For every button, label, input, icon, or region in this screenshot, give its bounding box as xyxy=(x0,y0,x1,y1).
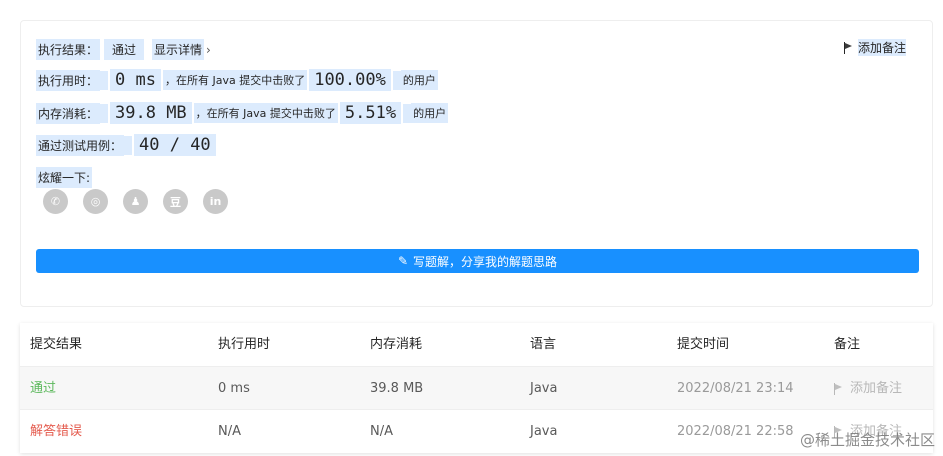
flag-icon xyxy=(843,41,854,54)
highlight-gap xyxy=(403,103,412,123)
testcases-label: 通过测试用例： xyxy=(36,134,125,156)
linkedin-icon[interactable]: in xyxy=(203,189,228,214)
table-row[interactable]: 通过 0 ms 39.8 MB Java 2022/08/21 23:14 添加… xyxy=(20,366,933,410)
highlight-gap xyxy=(100,70,109,90)
row-memory: N/A xyxy=(370,424,393,439)
write-solution-label: 写题解，分享我的解题思路 xyxy=(413,254,558,269)
runtime-value: 0 ms xyxy=(110,69,161,91)
share-row: 炫耀一下: xyxy=(36,167,93,188)
row-result-link[interactable]: 解答错误 xyxy=(30,410,82,453)
add-note-label: 添加备注 xyxy=(857,39,906,56)
add-note-button[interactable]: 添加备注 xyxy=(843,39,906,56)
flag-icon xyxy=(834,382,844,395)
testcases-value: 40 / 40 xyxy=(134,134,216,156)
qq-icon[interactable]: ♟ xyxy=(123,189,148,214)
memory-percent: 5.51% xyxy=(339,102,402,124)
runtime-percent: 100.00% xyxy=(309,69,391,91)
pencil-icon: ✎ xyxy=(397,254,409,268)
header-runtime: 执行用时 xyxy=(218,337,271,352)
table-header-row: 提交结果 执行用时 内存消耗 语言 提交时间 备注 xyxy=(20,323,933,366)
row-add-note-button[interactable]: 添加备注 xyxy=(834,367,902,410)
submissions-table: 提交结果 执行用时 内存消耗 语言 提交时间 备注 通过 0 ms 39.8 M… xyxy=(20,323,933,453)
row-language: Java xyxy=(530,424,558,439)
header-language: 语言 xyxy=(530,337,557,352)
row-submit-time: 2022/08/21 22:58 xyxy=(677,424,794,439)
header-note: 备注 xyxy=(834,337,861,352)
memory-value: 39.8 MB xyxy=(110,102,192,124)
row-add-note-label: 添加备注 xyxy=(850,381,903,396)
memory-row: 内存消耗： 39.8 MB ，在所有 Java 提交中击败了 5.51% 的用户 xyxy=(36,102,449,124)
wechat-icon[interactable]: ✆ xyxy=(43,189,68,214)
row-language: Java xyxy=(530,381,558,396)
runtime-label: 执行用时： xyxy=(36,69,101,91)
share-label: 炫耀一下: xyxy=(36,167,93,188)
row-submit-time: 2022/08/21 23:14 xyxy=(677,381,794,396)
memory-label: 内存消耗： xyxy=(36,102,101,124)
header-result: 提交结果 xyxy=(30,337,83,352)
row-runtime: N/A xyxy=(218,424,241,439)
highlight-gap xyxy=(124,135,133,155)
testcases-row: 通过测试用例： 40 / 40 xyxy=(36,134,218,156)
share-icons: ✆ ◎ ♟ 豆 in xyxy=(43,189,228,214)
runtime-row: 执行用时： 0 ms ，在所有 Java 提交中击败了 100.00% 的用户 xyxy=(36,69,438,91)
row-memory: 39.8 MB xyxy=(370,381,424,396)
header-memory: 内存消耗 xyxy=(370,337,423,352)
write-solution-button[interactable]: ✎ 写题解，分享我的解题思路 xyxy=(36,249,919,273)
table-row[interactable]: 解答错误 N/A N/A Java 2022/08/21 22:58 添加备注 xyxy=(20,409,933,453)
watermark: @稀土掘金技术社区 xyxy=(799,431,935,449)
result-card: 执行结果： 通过 显示详情 › 添加备注 执行用时： 0 ms ，在所有 Jav… xyxy=(20,20,933,307)
weibo-icon[interactable]: ◎ xyxy=(83,189,108,214)
highlight-gap xyxy=(392,70,401,90)
runtime-beat-text: ，在所有 Java 提交中击败了 xyxy=(162,70,308,90)
result-status: 通过 xyxy=(104,39,145,60)
header-submit-time: 提交时间 xyxy=(677,337,730,352)
douban-icon[interactable]: 豆 xyxy=(163,189,188,214)
result-label: 执行结果： xyxy=(36,39,101,60)
runtime-suffix: 的用户 xyxy=(400,70,438,90)
show-details-link[interactable]: 显示详情 xyxy=(152,39,205,60)
highlight-gap xyxy=(100,103,109,123)
memory-suffix: 的用户 xyxy=(411,103,449,123)
result-row: 执行结果： 通过 显示详情 › xyxy=(36,39,211,60)
memory-beat-text: ，在所有 Java 提交中击败了 xyxy=(193,103,338,123)
row-runtime: 0 ms xyxy=(218,381,250,396)
chevron-right-icon[interactable]: › xyxy=(206,43,211,57)
row-result-link[interactable]: 通过 xyxy=(30,367,56,410)
